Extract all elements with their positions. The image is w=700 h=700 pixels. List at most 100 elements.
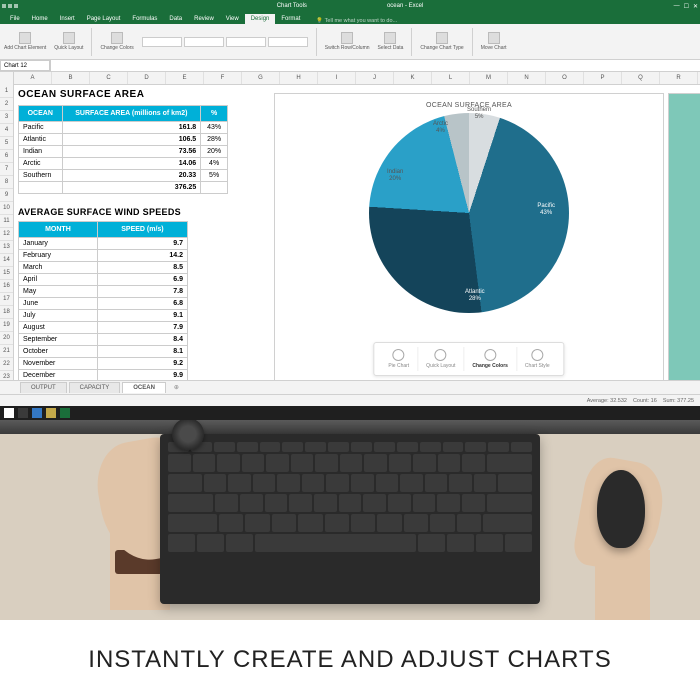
col-header[interactable]: J (356, 72, 394, 84)
table-row[interactable]: Pacific161.843% (19, 122, 228, 134)
excel-icon[interactable] (60, 408, 70, 418)
windows-taskbar[interactable] (0, 406, 700, 420)
dial-pie-chart[interactable]: Pie Chart (380, 347, 418, 371)
search-icon[interactable] (18, 408, 28, 418)
table-row[interactable]: Atlantic106.528% (19, 134, 228, 146)
autosave-icon[interactable] (2, 4, 6, 8)
crown-dial-overlay[interactable]: Pie ChartQuick LayoutChange ColorsChart … (373, 342, 564, 376)
maximize-icon[interactable]: ☐ (684, 3, 689, 10)
row-header[interactable]: 1 (0, 85, 13, 98)
tab-data[interactable]: Data (163, 14, 188, 24)
col-header[interactable]: O (546, 72, 584, 84)
row-header[interactable]: 14 (0, 254, 13, 267)
wind-speed-table[interactable]: MONTHSPEED (m/s) January9.7February14.2M… (18, 221, 188, 380)
row-header[interactable]: 13 (0, 241, 13, 254)
table-total-row[interactable]: 376.25 (19, 182, 228, 194)
col-header[interactable]: D (128, 72, 166, 84)
table-row[interactable]: August7.9 (19, 322, 188, 334)
col-header[interactable]: L (432, 72, 470, 84)
col-header[interactable]: P (584, 72, 622, 84)
ocean-surface-table[interactable]: OCEANSURFACE AREA (millions of km2)% Pac… (18, 105, 228, 194)
table-row[interactable]: May7.8 (19, 286, 188, 298)
tab-home[interactable]: Home (26, 14, 54, 24)
start-button[interactable] (4, 408, 14, 418)
table-row[interactable]: April6.9 (19, 274, 188, 286)
tab-design[interactable]: Design (245, 14, 276, 24)
row-header[interactable]: 17 (0, 293, 13, 306)
minimize-icon[interactable]: — (674, 3, 680, 10)
table-row[interactable]: Indian73.5620% (19, 146, 228, 158)
close-icon[interactable]: ✕ (693, 3, 698, 10)
table-row[interactable]: Arctic14.064% (19, 158, 228, 170)
row-header[interactable]: 2 (0, 98, 13, 111)
col-header[interactable]: Q (622, 72, 660, 84)
row-header[interactable]: 11 (0, 215, 13, 228)
table-row[interactable]: June6.8 (19, 298, 188, 310)
tab-page-layout[interactable]: Page Layout (81, 14, 127, 24)
add-sheet-button[interactable]: ⊕ (168, 384, 185, 391)
col-header[interactable]: A (14, 72, 52, 84)
save-icon[interactable] (8, 4, 12, 8)
row-header[interactable]: 6 (0, 150, 13, 163)
table-row[interactable]: Southern20.335% (19, 170, 228, 182)
row-header[interactable]: 7 (0, 163, 13, 176)
tab-file[interactable]: File (4, 14, 26, 24)
name-box[interactable]: Chart 12 (0, 60, 50, 71)
change-colors-button[interactable]: Change Colors (100, 32, 133, 51)
row-header[interactable]: 8 (0, 176, 13, 189)
sheet-tab-ocean[interactable]: OCEAN (122, 382, 166, 393)
row-header[interactable]: 21 (0, 345, 13, 358)
dial-change-colors[interactable]: Change Colors (464, 347, 517, 371)
col-header[interactable]: B (52, 72, 90, 84)
dial-quick-layout[interactable]: Quick Layout (418, 347, 464, 371)
formula-bar[interactable] (50, 60, 700, 71)
row-header[interactable]: 4 (0, 124, 13, 137)
col-header[interactable]: G (242, 72, 280, 84)
row-header[interactable]: 5 (0, 137, 13, 150)
row-header[interactable]: 20 (0, 332, 13, 345)
dial-chart-style[interactable]: Chart Style (517, 347, 558, 371)
sheet-tab-output[interactable]: OUTPUT (20, 382, 67, 393)
secondary-chart-peek[interactable] (668, 93, 700, 380)
chart-style-1[interactable] (142, 37, 182, 47)
table-row[interactable]: January9.7 (19, 238, 188, 250)
row-header[interactable]: 12 (0, 228, 13, 241)
row-header[interactable]: 23 (0, 371, 13, 380)
chart-style-4[interactable] (268, 37, 308, 47)
tab-view[interactable]: View (220, 14, 245, 24)
tab-format[interactable]: Format (275, 14, 306, 24)
switch-row-column-button[interactable]: Switch Row/Column (325, 32, 370, 51)
col-header[interactable]: H (280, 72, 318, 84)
col-header[interactable]: E (166, 72, 204, 84)
col-header[interactable]: M (470, 72, 508, 84)
pie-chart[interactable]: OCEAN SURFACE AREA Southern5% Arctic4% I… (274, 93, 664, 380)
table-row[interactable]: October8.1 (19, 346, 188, 358)
tab-formulas[interactable]: Formulas (126, 14, 163, 24)
row-header[interactable]: 19 (0, 319, 13, 332)
row-header[interactable]: 3 (0, 111, 13, 124)
edge-icon[interactable] (32, 408, 42, 418)
select-data-button[interactable]: Select Data (378, 32, 404, 51)
spreadsheet-grid[interactable]: ABCDEFGHIJKLMNOPQR 123456789101112131415… (0, 72, 700, 380)
table-row[interactable]: March8.5 (19, 262, 188, 274)
col-header[interactable]: I (318, 72, 356, 84)
row-header[interactable]: 22 (0, 358, 13, 371)
tab-review[interactable]: Review (188, 14, 220, 24)
move-chart-button[interactable]: Move Chart (481, 32, 507, 51)
chart-style-2[interactable] (184, 37, 224, 47)
table-row[interactable]: December9.9 (19, 370, 188, 381)
change-chart-type-button[interactable]: Change Chart Type (420, 32, 463, 51)
col-header[interactable]: C (90, 72, 128, 84)
undo-icon[interactable] (14, 4, 18, 8)
col-header[interactable]: K (394, 72, 432, 84)
add-chart-element-button[interactable]: Add Chart Element (4, 32, 46, 51)
col-header[interactable]: F (204, 72, 242, 84)
table-row[interactable]: November9.2 (19, 358, 188, 370)
row-header[interactable]: 15 (0, 267, 13, 280)
col-header[interactable]: R (660, 72, 698, 84)
row-header[interactable]: 10 (0, 202, 13, 215)
row-header[interactable]: 9 (0, 189, 13, 202)
tab-insert[interactable]: Insert (54, 14, 81, 24)
table-row[interactable]: September8.4 (19, 334, 188, 346)
explorer-icon[interactable] (46, 408, 56, 418)
